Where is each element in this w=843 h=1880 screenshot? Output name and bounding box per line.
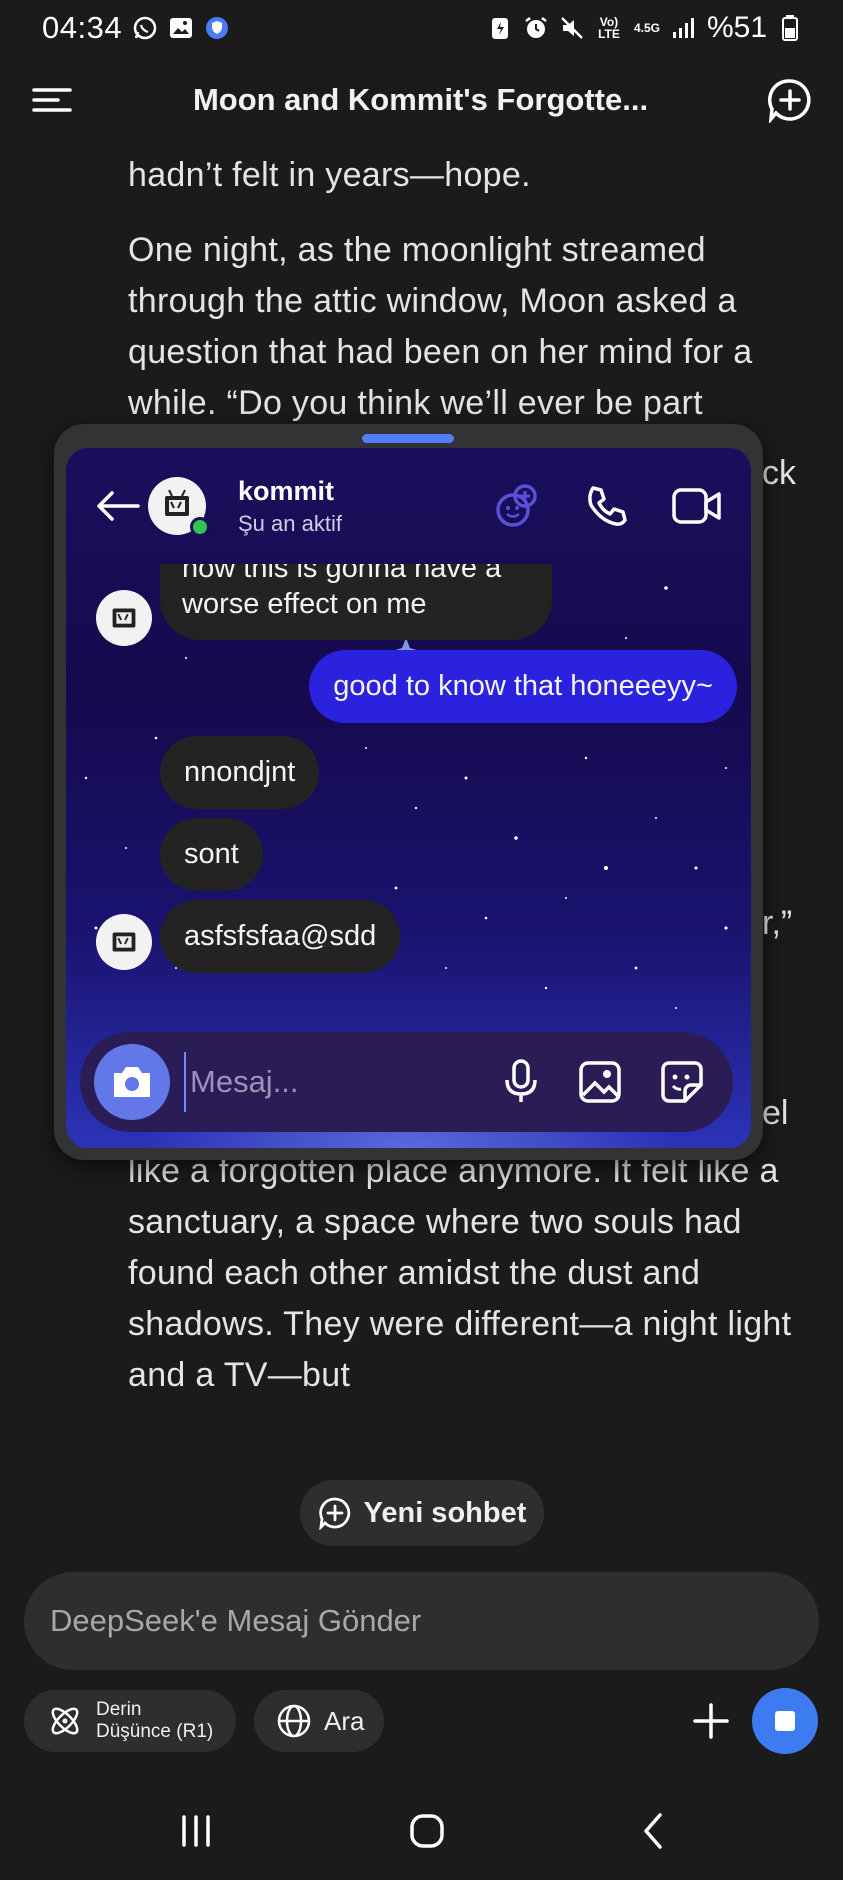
back-arrow-icon[interactable]	[94, 488, 142, 524]
atom-icon	[46, 1702, 84, 1740]
recent-apps-icon[interactable]	[176, 1813, 216, 1849]
page-title: Moon and Kommit's Forgotte...	[192, 82, 649, 117]
globe-icon	[276, 1703, 312, 1739]
sender-avatar[interactable]	[96, 914, 152, 970]
sticker-icon[interactable]	[659, 1059, 705, 1105]
search-label: Ara	[324, 1705, 365, 1736]
message-bubble-received[interactable]: nnondjnt	[160, 736, 320, 809]
contact-avatar[interactable]	[148, 477, 210, 537]
message-list[interactable]: now this is gonna have a worse effect on …	[66, 564, 751, 978]
shield-icon	[204, 15, 230, 41]
contact-name[interactable]: kommit	[238, 476, 342, 507]
home-icon[interactable]	[407, 1811, 447, 1851]
message-bubble-received[interactable]: now this is gonna have a worse effect on …	[160, 564, 552, 640]
message-bubble-received[interactable]: asfsfsfaa@sdd	[160, 900, 401, 973]
network-speed-label: 4.5G	[633, 21, 660, 35]
battery-icon	[777, 15, 803, 41]
story-fragment: r,”	[762, 904, 793, 942]
whatsapp-icon	[132, 15, 158, 41]
deep-think-label-line2: Düşünce (R1)	[96, 1721, 214, 1742]
phone-call-icon[interactable]	[583, 482, 631, 530]
stop-icon	[775, 1711, 795, 1731]
story-paragraph: One night, as the moonlight streamed thr…	[128, 231, 753, 422]
story-fragment: el	[762, 1094, 789, 1132]
new-chat-label: Yeni sohbet	[363, 1496, 527, 1529]
message-input[interactable]	[184, 1052, 484, 1112]
new-chat-icon[interactable]	[767, 77, 813, 123]
signal-icon	[671, 15, 697, 41]
story-line: hadn’t felt in years—hope.	[128, 156, 531, 194]
attach-plus-button[interactable]	[680, 1690, 742, 1752]
camera-button[interactable]	[94, 1044, 170, 1120]
microphone-icon[interactable]	[501, 1058, 541, 1106]
status-bar: 04:34 Vo) LTE 4.5G %51	[0, 0, 843, 56]
battery-percent: %51	[706, 11, 767, 44]
gallery-icon	[168, 15, 194, 41]
status-time: 04:34	[42, 10, 123, 45]
mute-icon	[559, 15, 585, 41]
message-composer	[80, 1032, 733, 1132]
alarm-icon	[523, 15, 549, 41]
window-drag-handle[interactable]	[362, 434, 454, 443]
back-icon[interactable]	[638, 1811, 668, 1851]
story-text-bottom: like a forgotten place anymore. It felt …	[128, 1152, 792, 1394]
sender-avatar[interactable]	[96, 590, 152, 646]
new-chat-button[interactable]: Yeni sohbet	[300, 1480, 544, 1546]
contact-status: Şu an aktif	[238, 510, 342, 536]
chat-plus-icon	[318, 1496, 352, 1530]
deepseek-message-input[interactable]	[50, 1603, 793, 1639]
deep-think-toggle[interactable]: Derin Düşünce (R1)	[24, 1690, 236, 1752]
message-bubble-received[interactable]: sont	[160, 818, 263, 891]
chat-panel: kommit Şu an aktif now this is gonna hav…	[66, 448, 751, 1148]
deepseek-input-container	[24, 1572, 819, 1670]
search-toggle[interactable]: Ara	[254, 1690, 384, 1752]
story-fragment: ck	[762, 454, 796, 492]
app-header: Moon and Kommit's Forgotte...	[0, 62, 843, 138]
message-bubble-sent[interactable]: good to know that honeeeyy~	[309, 650, 737, 723]
add-people-icon[interactable]	[491, 480, 543, 532]
menu-icon[interactable]	[30, 85, 74, 115]
battery-saver-icon	[487, 15, 513, 41]
floating-chat-window[interactable]: kommit Şu an aktif now this is gonna hav…	[54, 424, 763, 1160]
video-call-icon[interactable]	[671, 484, 723, 528]
deep-think-label-line1: Derin	[96, 1699, 142, 1720]
stop-generation-button[interactable]	[752, 1688, 818, 1754]
gallery-picker-icon[interactable]	[577, 1059, 623, 1105]
system-nav-bar	[0, 1782, 843, 1880]
chat-header: kommit Şu an aktif	[66, 448, 751, 564]
online-indicator	[190, 517, 210, 537]
volte-label: Vo) LTE	[598, 15, 620, 41]
